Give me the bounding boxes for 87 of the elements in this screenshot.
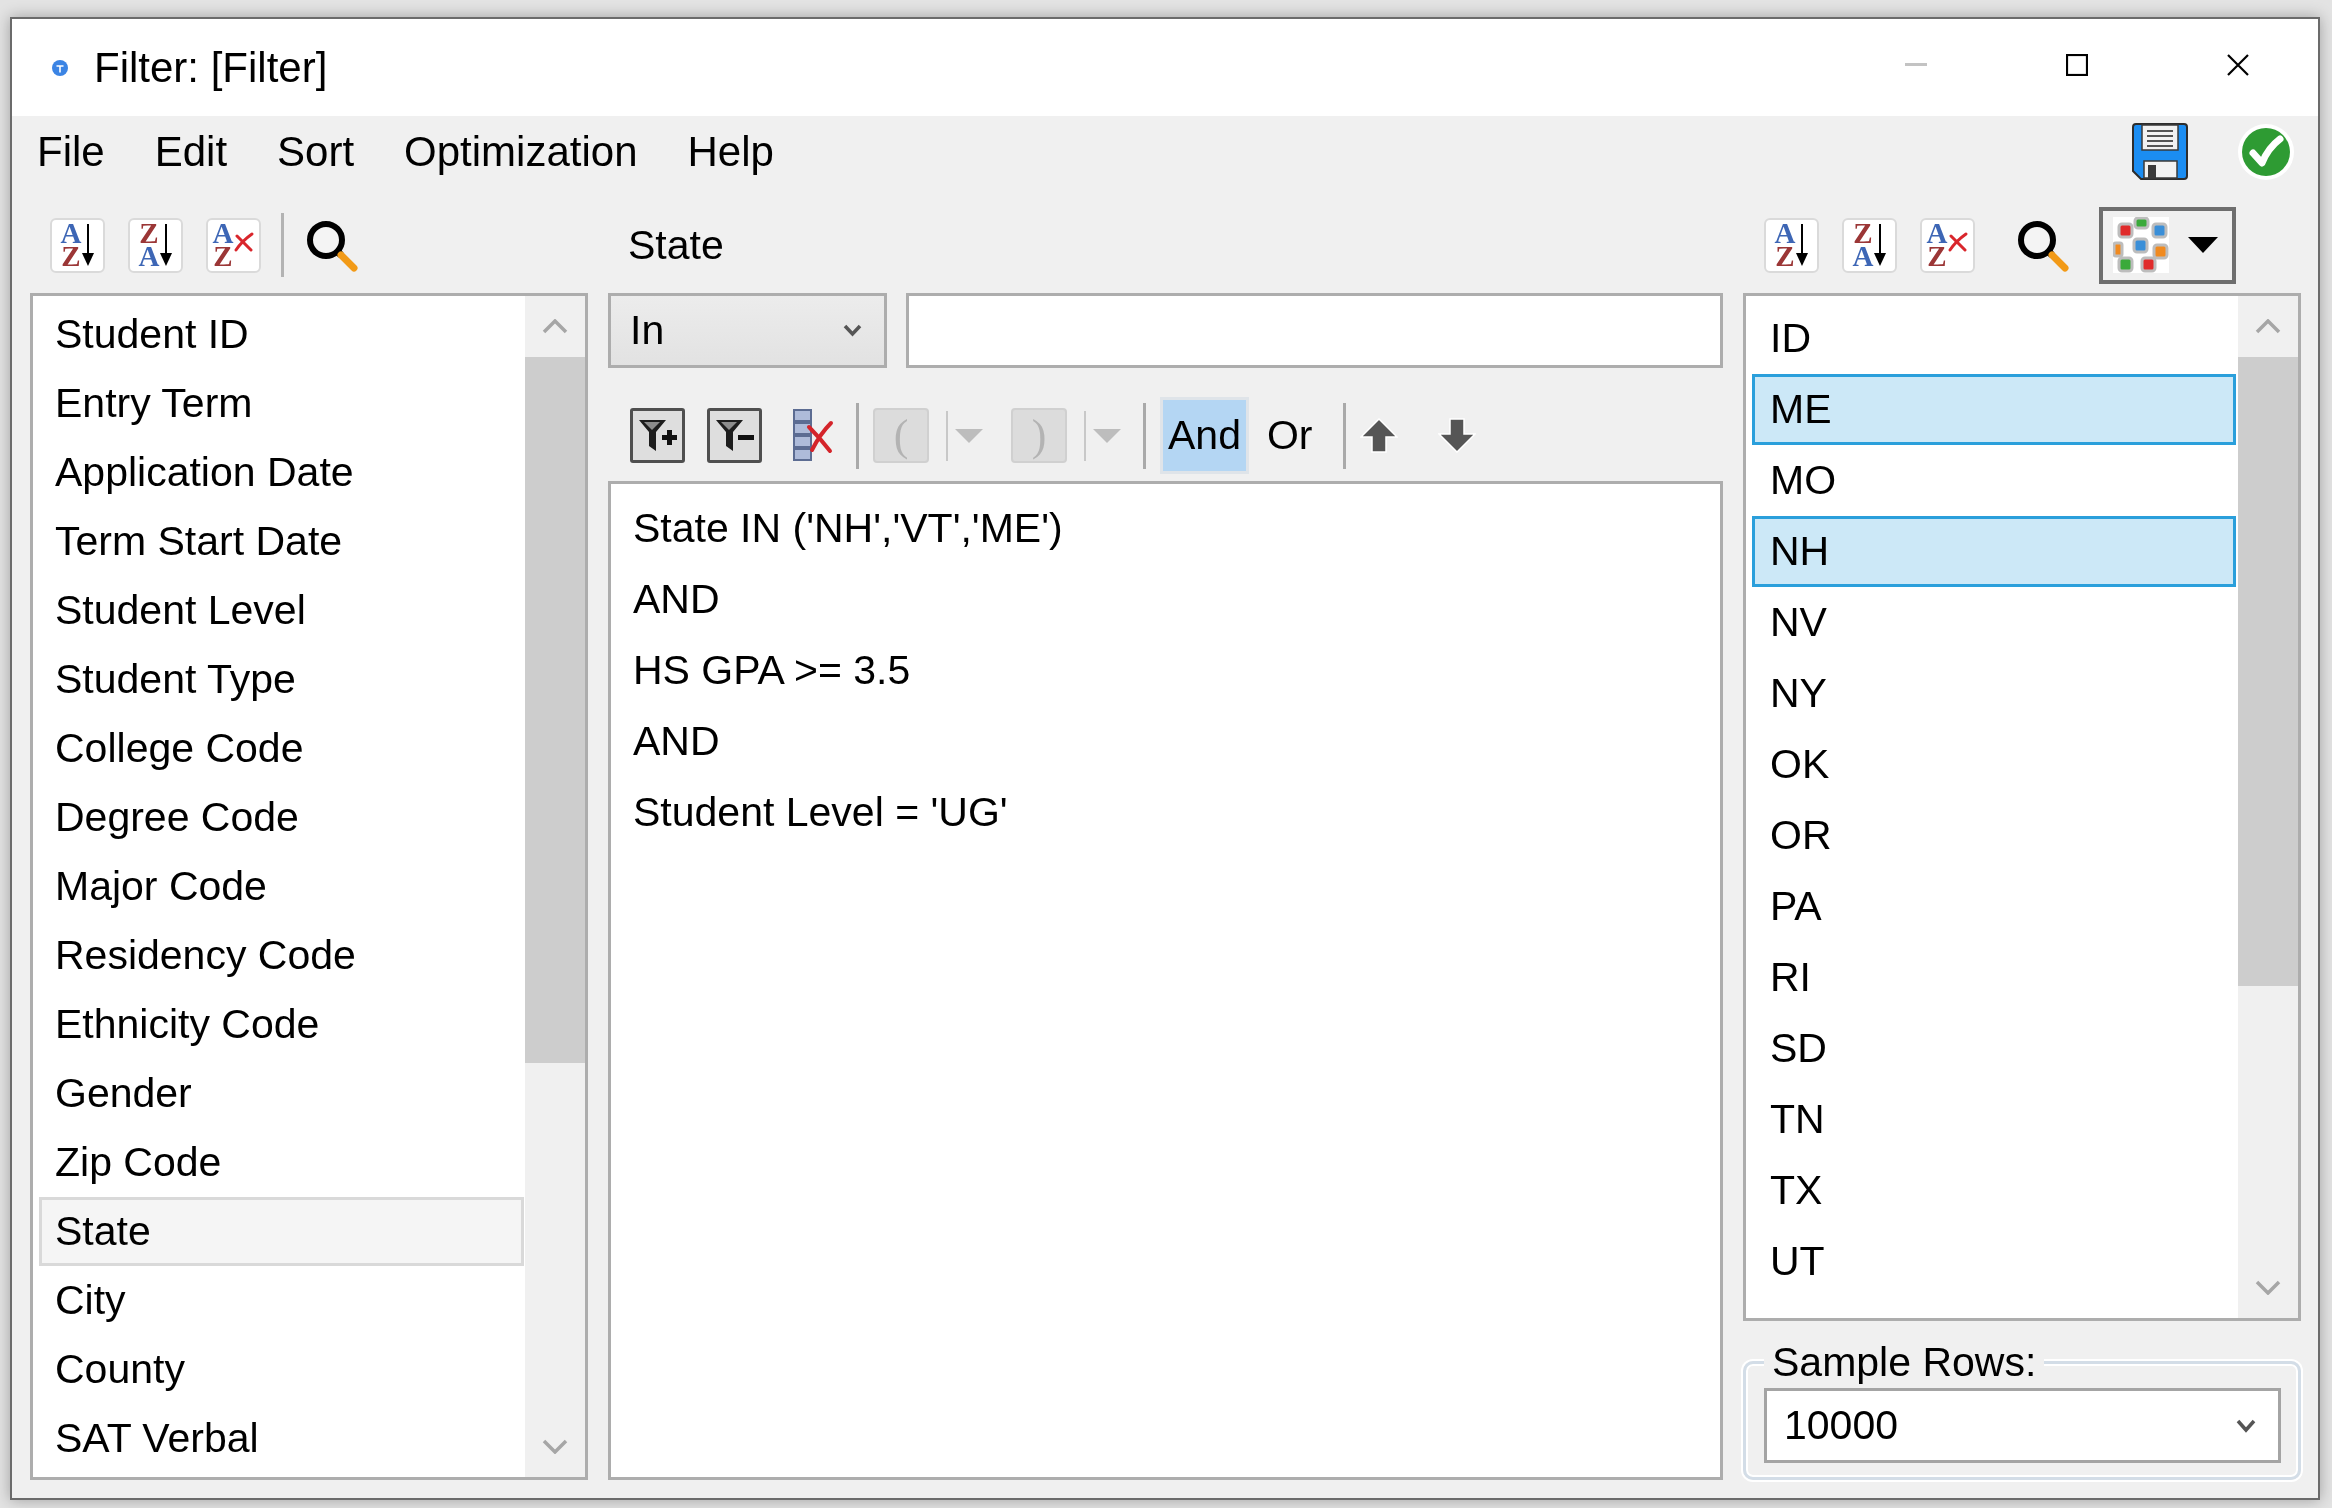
list-item[interactable]: TX [1752,1155,2236,1226]
list-item[interactable]: SD [1752,1013,2236,1084]
search-icon[interactable] [305,218,358,272]
list-item[interactable]: NY [1752,658,2236,729]
list-item[interactable]: Term Start Date [39,507,524,576]
menu-item[interactable]: File [12,121,130,182]
expression-line[interactable]: Student Level = 'UG' [633,789,1008,836]
menu-item[interactable]: Sort [252,121,380,182]
arrow-down-icon[interactable] [1437,418,1476,453]
chevron-down-icon[interactable] [542,1439,568,1454]
list-item[interactable]: RI [1752,942,2236,1013]
chevron-down-icon[interactable] [2255,1280,2281,1295]
list-item[interactable]: Ethnicity Code [39,990,524,1059]
list-item[interactable]: NH [1752,516,2236,587]
arrow-down-icon [1796,224,1809,266]
scroll-thumb[interactable] [525,357,585,1063]
list-item[interactable]: OR [1752,800,2236,871]
operator-dropdown[interactable]: In [608,293,887,368]
funnel-plus-icon [637,417,678,454]
scrollbar[interactable] [525,296,585,1477]
list-item[interactable]: ID [1752,303,2236,374]
value-input[interactable] [906,293,1723,368]
list-item[interactable]: Residency Code [39,921,524,990]
maximize-icon[interactable] [2065,53,2088,76]
logic-button[interactable]: Or [1258,397,1321,474]
sort-ascending-button[interactable]: A Z [50,217,105,273]
expression-line[interactable]: AND [633,576,720,623]
list-item[interactable]: City [39,1266,524,1335]
sample-rows-dropdown[interactable]: 10000 [1764,1388,2281,1463]
search-icon[interactable] [2016,218,2069,272]
arrow-up-icon[interactable] [1359,418,1398,453]
menu-item[interactable]: Optimization [379,121,663,182]
list-item[interactable]: Application Date [39,438,524,507]
list-item[interactable]: Student Type [39,645,524,714]
funnel-minus-icon [714,417,755,454]
remove-filter-button[interactable] [707,408,762,463]
list-item[interactable]: MO [1752,445,2236,516]
list-item[interactable]: PA [1752,871,2236,942]
list-item[interactable]: Degree Code [39,783,524,852]
delete-rows-icon[interactable] [792,408,834,463]
scrollbar[interactable] [2238,296,2298,1318]
chevron-up-icon[interactable] [542,319,568,334]
field-label: State [628,221,724,269]
close-icon[interactable] [2226,53,2249,76]
caret-icon [2188,237,2218,253]
list-item[interactable]: SAT Verbal [39,1404,524,1473]
save-icon[interactable] [2132,123,2188,180]
list-item[interactable]: College Code [39,714,524,783]
arrow-down-icon [1874,224,1887,266]
list-item[interactable]: Entry Term [39,369,524,438]
list-item[interactable]: OK [1752,729,2236,800]
list-item[interactable]: Zip Code [39,1128,524,1197]
cross-icon [234,231,255,252]
checkmark-icon[interactable] [2238,123,2294,180]
list-item[interactable]: Major Code [39,852,524,921]
list-item[interactable]: State [39,1197,524,1266]
chevron-down-icon [843,324,862,337]
sort-descending-button[interactable]: Z A [128,217,183,273]
chevron-down-icon [2236,1418,2256,1433]
app-icon [52,59,68,76]
menu-item[interactable]: Edit [129,121,253,182]
sort-descending-button[interactable]: Z A [1842,217,1897,273]
arrow-down-icon [82,224,95,266]
expression-line[interactable]: State IN ('NH','VT','ME') [633,505,1063,552]
list-item[interactable]: Gender [39,1059,524,1128]
sort-ascending-button[interactable]: A Z [1764,217,1819,273]
scroll-thumb[interactable] [2238,357,2298,986]
list-item[interactable]: Student Level [39,576,524,645]
expression-line[interactable]: AND [633,718,720,765]
cross-icon [1948,231,1969,252]
list-item[interactable]: Student ID [39,300,524,369]
arrow-down-icon [160,224,173,266]
list-item[interactable]: UT [1752,1226,2236,1297]
expression-line[interactable]: HS GPA >= 3.5 [633,647,911,694]
chevron-up-icon[interactable] [2255,319,2281,334]
add-filter-button[interactable] [630,408,685,463]
list-item[interactable]: County [39,1335,524,1404]
window-title: Filter: [Filter] [94,43,328,92]
list-item[interactable]: TN [1752,1084,2236,1155]
color-grid-icon [2113,217,2169,273]
menu-item[interactable]: Help [662,121,799,182]
list-item[interactable]: ME [1752,374,2236,445]
list-item[interactable]: NV [1752,587,2236,658]
logic-button[interactable]: And [1160,397,1249,474]
clear-sort-button[interactable]: A Z [206,217,261,273]
clear-sort-button[interactable]: A Z [1920,217,1975,273]
palette-dropdown[interactable] [2099,206,2236,284]
